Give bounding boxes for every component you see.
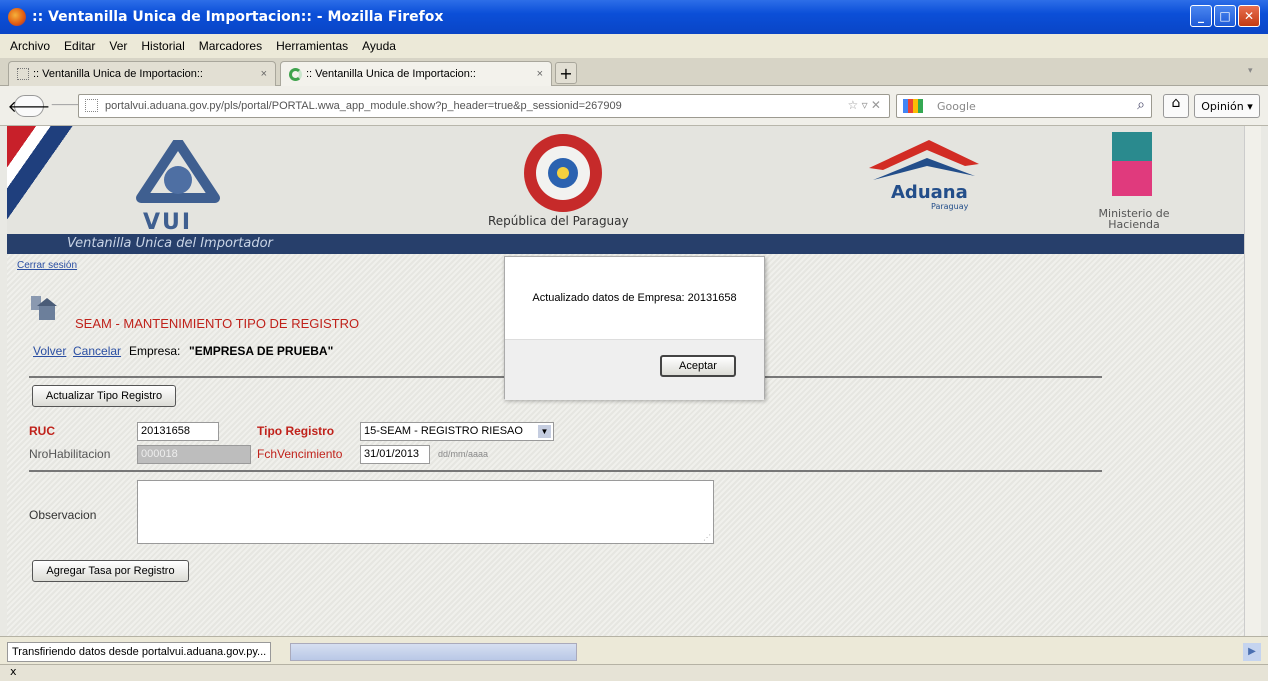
tab-2[interactable]: :: Ventanilla Unica de Importacion:: ×: [280, 61, 552, 86]
nro-habilitacion-label: NroHabilitacion: [29, 447, 111, 461]
add-tasa-label: Agregar Tasa por Registro: [46, 565, 175, 577]
coat-of-arms-icon: [524, 134, 602, 212]
aduana-logo-icon: [869, 140, 979, 180]
tab-2-label: :: Ventanilla Unica de Importacion::: [306, 68, 476, 80]
menu-editar[interactable]: Editar: [64, 39, 95, 53]
vui-logo-icon: [136, 140, 220, 203]
url-text: portalvui.aduana.gov.py/pls/portal/PORTA…: [105, 100, 622, 112]
divider: [29, 470, 1102, 472]
update-tipo-registro-button[interactable]: Actualizar Tipo Registro: [32, 385, 176, 407]
minimize-button[interactable]: _: [1190, 5, 1212, 27]
ministerio-label: Ministerio de Hacienda: [1098, 207, 1170, 231]
new-tab-button[interactable]: +: [555, 62, 577, 84]
url-bar[interactable]: portalvui.aduana.gov.py/pls/portal/PORTA…: [78, 94, 890, 118]
header-banner: VUI República del Paraguay Aduana Paragu…: [7, 126, 1244, 235]
logout-link[interactable]: Cerrar sesión: [17, 260, 77, 271]
observacion-textarea[interactable]: ⋰: [137, 480, 714, 544]
menu-ayuda[interactable]: Ayuda: [362, 39, 396, 53]
nro-habilitacion-field: 000018: [137, 445, 251, 464]
bookmark-star-icon[interactable]: ☆ ▿ ✕: [847, 98, 881, 112]
tab-1[interactable]: :: Ventanilla Unica de Importacion:: ×: [8, 61, 276, 86]
google-icon[interactable]: [903, 99, 923, 113]
tipo-registro-label: Tipo Registro: [257, 424, 335, 438]
empresa-value: "EMPRESA DE PRUEBA": [189, 344, 334, 358]
menu-archivo[interactable]: Archivo: [10, 39, 50, 53]
window-title: :: Ventanilla Unica de Importacion:: - M…: [32, 9, 444, 25]
menu-herramientas[interactable]: Herramientas: [276, 39, 348, 53]
find-bar-close-icon[interactable]: x: [10, 665, 17, 678]
search-placeholder: Google: [937, 99, 976, 113]
scroll-right-icon[interactable]: ▶: [1243, 643, 1261, 661]
window-titlebar: :: Ventanilla Unica de Importacion:: - M…: [0, 0, 1268, 34]
houses-icon: [31, 296, 57, 320]
cancelar-link[interactable]: Cancelar: [73, 344, 121, 358]
tab-list-chevron-icon[interactable]: ▾: [1248, 66, 1253, 76]
close-window-button[interactable]: ✕: [1238, 5, 1260, 27]
add-tasa-button[interactable]: Agregar Tasa por Registro: [32, 560, 189, 582]
search-input[interactable]: Google ⌕: [896, 94, 1152, 118]
resize-handle-icon[interactable]: ⋰: [703, 533, 711, 542]
opinion-button[interactable]: Opinión ▾: [1194, 94, 1260, 118]
page-icon: [17, 68, 29, 80]
aduana-text: Aduana: [891, 182, 968, 203]
aceptar-label: Aceptar: [679, 360, 717, 372]
loading-spinner-icon: [289, 67, 302, 81]
dialog-footer: Aceptar: [505, 339, 764, 400]
menu-ver[interactable]: Ver: [109, 39, 127, 53]
maximize-button[interactable]: □: [1214, 5, 1236, 27]
tab-strip: :: Ventanilla Unica de Importacion:: × :…: [0, 58, 1268, 86]
vui-strip: Ventanilla Unica del Importador: [7, 234, 1244, 254]
ministerio-logo-icon: [1112, 132, 1152, 196]
empresa-label: Empresa:: [129, 344, 181, 358]
ruc-label: RUC: [29, 424, 55, 438]
vertical-scrollbar[interactable]: [1244, 126, 1261, 636]
vui-logo-text: VUI: [143, 210, 193, 235]
dialog-message: Actualizado datos de Empresa: 20131658: [532, 292, 737, 304]
search-magnifier-icon[interactable]: ⌕: [1137, 97, 1145, 113]
flag-stripes: [7, 126, 77, 234]
ruc-field[interactable]: 20131658: [137, 422, 219, 441]
date-format-hint: dd/mm/aaaa: [438, 449, 489, 459]
tab-1-label: :: Ventanilla Unica de Importacion::: [33, 68, 203, 80]
tipo-registro-value: 15-SEAM - REGISTRO RIESAO: [364, 425, 523, 437]
alert-dialog: Actualizado datos de Empresa: 20131658 A…: [504, 256, 765, 400]
find-bar: x: [0, 664, 1268, 681]
navigation-toolbar: 🡐 🡒 portalvui.aduana.gov.py/pls/portal/P…: [0, 86, 1268, 126]
volver-link[interactable]: Volver: [33, 344, 66, 358]
update-button-label: Actualizar Tipo Registro: [45, 390, 163, 402]
tab-1-close-icon[interactable]: ×: [261, 68, 267, 80]
aduana-subtext: Paraguay: [931, 202, 969, 211]
menu-historial[interactable]: Historial: [141, 39, 184, 53]
status-bar: Transfiriendo datos desde portalvui.adua…: [0, 636, 1268, 664]
firefox-logo-icon: [8, 8, 26, 26]
chevron-down-icon[interactable]: ▼: [538, 425, 551, 438]
republica-label: República del Paraguay: [488, 214, 629, 228]
opinion-label: Opinión: [1201, 99, 1244, 113]
fch-vencimiento-field[interactable]: 31/01/2013: [360, 445, 430, 464]
menu-marcadores[interactable]: Marcadores: [199, 39, 262, 53]
page-title: SEAM - MANTENIMIENTO TIPO DE REGISTRO: [75, 316, 360, 331]
fch-vencimiento-label: FchVencimiento: [257, 447, 343, 461]
back-button[interactable]: 🡐: [8, 95, 50, 117]
observacion-label: Observacion: [29, 508, 97, 522]
menu-bar: Archivo Editar Ver Historial Marcadores …: [0, 34, 1268, 58]
tipo-registro-select[interactable]: 15-SEAM - REGISTRO RIESAO ▼: [360, 422, 554, 441]
site-identity-icon: [85, 99, 98, 112]
horizontal-scrollbar-thumb[interactable]: [290, 643, 577, 661]
aceptar-button[interactable]: Aceptar: [660, 355, 736, 377]
tab-2-close-icon[interactable]: ×: [537, 68, 543, 80]
home-icon[interactable]: ⌂: [1163, 94, 1189, 118]
status-text: Transfiriendo datos desde portalvui.adua…: [7, 642, 272, 662]
